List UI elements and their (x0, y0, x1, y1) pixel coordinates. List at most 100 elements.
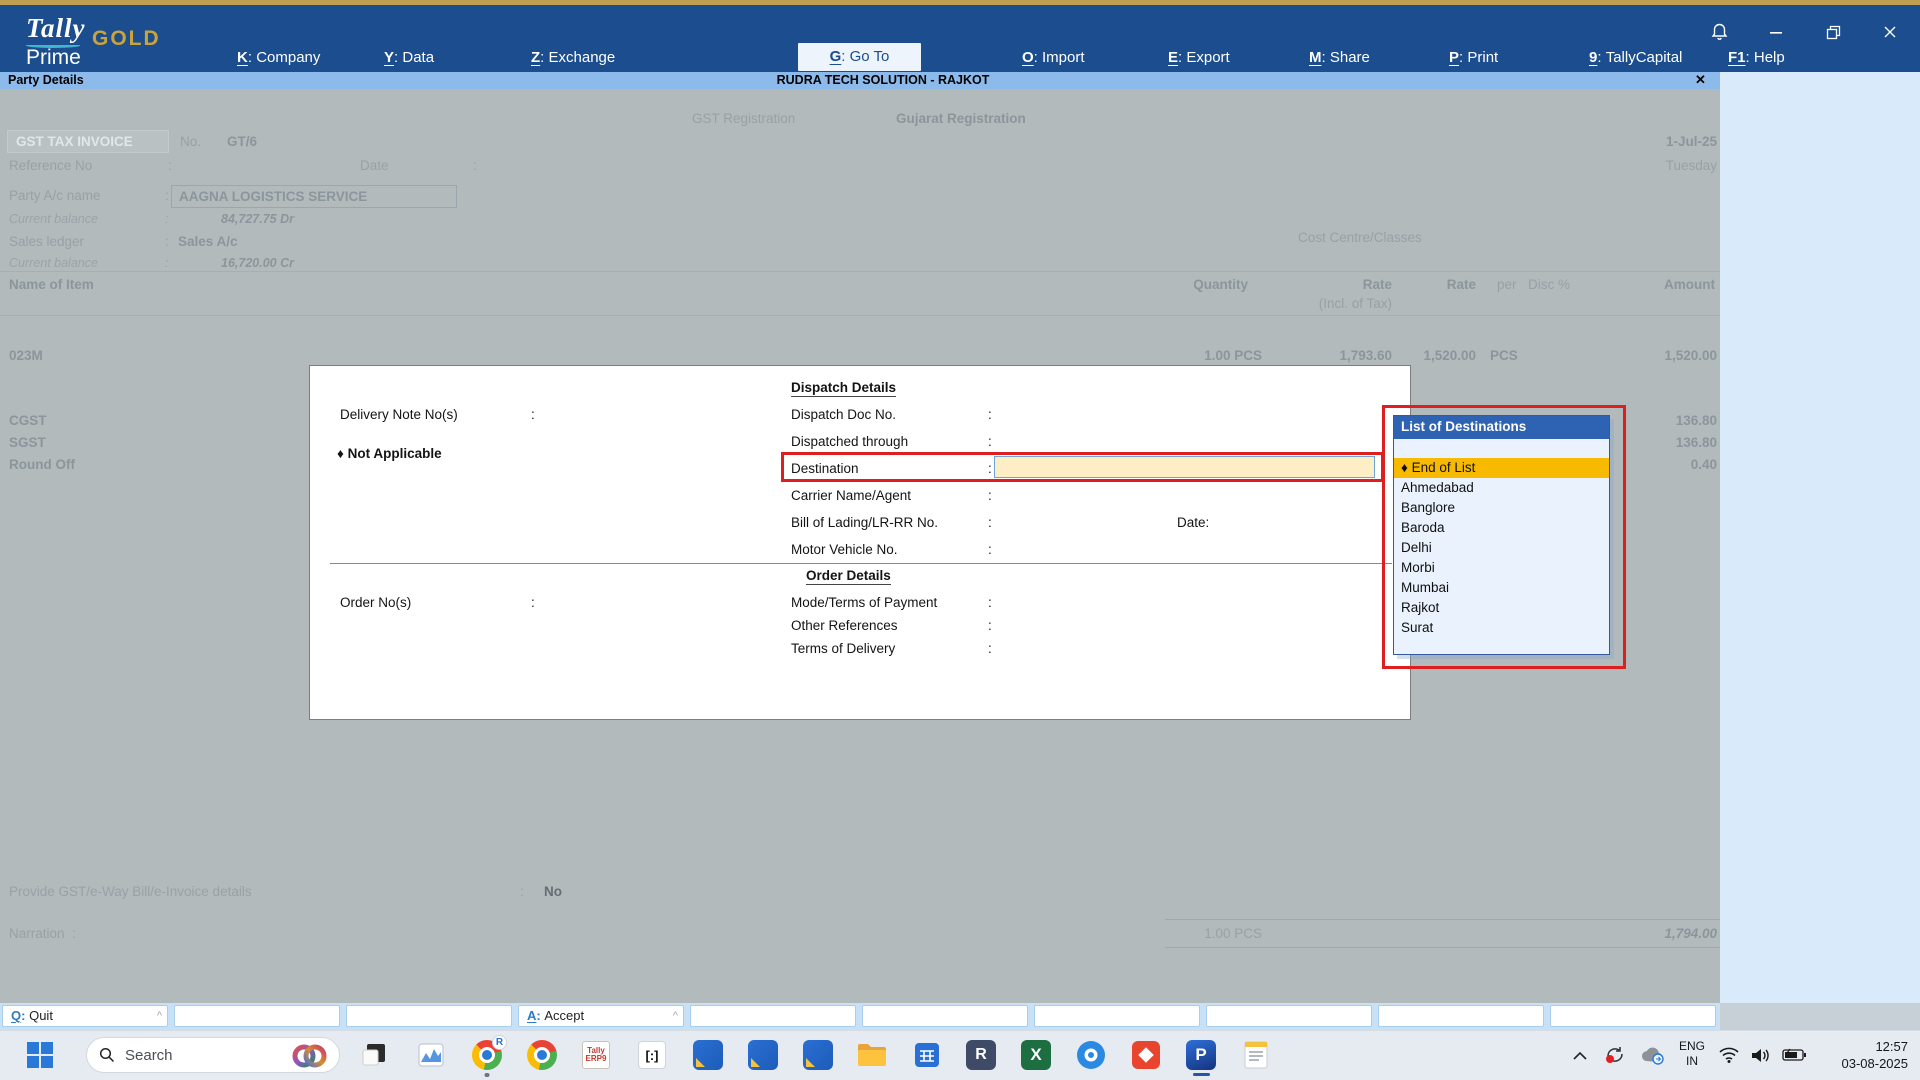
party-name-label: Party A/c name (9, 188, 101, 203)
dispatched-through-label[interactable]: Dispatched through (791, 434, 908, 449)
bracket-app-icon[interactable]: [:] (636, 1039, 668, 1071)
col-amount: Amount (1515, 277, 1715, 292)
sync-recording-icon[interactable] (1602, 1039, 1628, 1071)
close-screen-icon[interactable]: ✕ (1695, 72, 1706, 88)
chrome-profile-icon[interactable]: R (471, 1039, 503, 1071)
menu-import[interactable]: O: Import (1022, 49, 1085, 66)
item-per: PCS (1490, 348, 1518, 363)
item-rate: 1,520.00 (1276, 348, 1476, 363)
destination-option-end-of-list[interactable]: ♦ End of List (1394, 458, 1609, 478)
wifi-icon[interactable] (1716, 1039, 1742, 1071)
delivery-note-label[interactable]: Delivery Note No(s) (340, 407, 458, 422)
blue-circle-app-icon[interactable] (1075, 1039, 1107, 1071)
party-name-value: AAGNA LOGISTICS SERVICE (171, 185, 457, 208)
command-button-empty (1550, 1005, 1716, 1027)
motor-vehicle-label[interactable]: Motor Vehicle No. (791, 542, 898, 557)
minimize-icon[interactable] (1763, 19, 1789, 45)
windows-logo-icon (27, 1042, 53, 1068)
command-button-empty (690, 1005, 856, 1027)
app-bar: Tally Prime GOLD K: Company Y: Data Z: E… (0, 5, 1920, 72)
search-box[interactable]: Search (86, 1037, 340, 1073)
command-button-empty (862, 1005, 1028, 1027)
notepad-icon[interactable] (1240, 1039, 1272, 1071)
menu-tallycapital[interactable]: 9: TallyCapital (1589, 49, 1682, 66)
destinations-popup-title: List of Destinations (1394, 416, 1609, 439)
menu-export[interactable]: E: Export (1168, 49, 1230, 66)
menu-help[interactable]: F1: Help (1728, 49, 1785, 66)
onedrive-cloud-icon[interactable] (1638, 1039, 1666, 1071)
tally-erp9-icon[interactable]: Tally ERP9 (580, 1039, 612, 1071)
command-button-empty (1034, 1005, 1200, 1027)
destination-option[interactable]: Rajkot (1394, 598, 1609, 618)
sales-balance-label: Current balance (9, 256, 98, 270)
order-details-title: Order Details (806, 568, 891, 585)
carrier-label[interactable]: Carrier Name/Agent (791, 488, 911, 503)
search-icon (99, 1047, 115, 1063)
accept-button[interactable]: A: Accept ^ (518, 1005, 684, 1027)
blue-app-icon-1[interactable] (692, 1039, 724, 1071)
volume-icon[interactable] (1747, 1039, 1773, 1071)
grid-app-icon[interactable] (911, 1039, 943, 1071)
gst-registration-label: GST Registration (692, 111, 795, 126)
total-amount: 1,794.00 (1517, 926, 1717, 941)
destination-option[interactable]: Surat (1394, 618, 1609, 638)
payment-mode-label[interactable]: Mode/Terms of Payment (791, 595, 937, 610)
destination-option[interactable]: Delhi (1394, 538, 1609, 558)
file-explorer-icon[interactable] (856, 1039, 888, 1071)
bill-of-lading-label[interactable]: Bill of Lading/LR-RR No. (791, 515, 938, 530)
sales-ledger-value: Sales A/c (178, 234, 238, 249)
tallyprime-active-icon[interactable]: P (1185, 1039, 1217, 1071)
menu-print[interactable]: P: Print (1449, 49, 1498, 66)
voucher-day: Tuesday (1517, 158, 1717, 173)
chrome-profile-badge: R (492, 1035, 507, 1050)
search-placeholder: Search (125, 1047, 173, 1064)
command-button-empty (346, 1005, 512, 1027)
item-name: 023M (9, 348, 43, 363)
order-no-label[interactable]: Order No(s) (340, 595, 411, 610)
language-indicator[interactable]: ENG IN (1674, 1039, 1710, 1069)
provide-gst-value: No (544, 884, 562, 899)
battery-icon[interactable] (1779, 1039, 1809, 1071)
blue-app-icon-3[interactable] (802, 1039, 834, 1071)
expand-chevron-icon[interactable]: ^ (157, 1006, 162, 1026)
expand-chevron-icon[interactable]: ^ (673, 1006, 678, 1026)
tally-logo: Tally (26, 13, 86, 44)
menu-share[interactable]: M: Share (1309, 49, 1370, 66)
notification-bell-icon[interactable] (1706, 19, 1732, 45)
red-diamond-app-icon[interactable] (1130, 1039, 1162, 1071)
tray-expand-chevron-icon[interactable] (1568, 1039, 1592, 1071)
excel-icon[interactable]: X (1020, 1039, 1052, 1071)
performance-monitor-icon[interactable] (415, 1039, 447, 1071)
start-button[interactable] (24, 1039, 56, 1071)
quit-button[interactable]: Q: Quit ^ (2, 1005, 168, 1027)
chrome-icon[interactable] (526, 1039, 558, 1071)
blue-app-icon-2[interactable] (747, 1039, 779, 1071)
command-bar-right-fill (1720, 1003, 1920, 1030)
clock[interactable]: 12:57 03-08-2025 (1822, 1038, 1908, 1072)
restore-icon[interactable] (1820, 19, 1846, 45)
destination-option[interactable]: Ahmedabad (1394, 478, 1609, 498)
destinations-popup: List of Destinations ♦ End of List Ahmed… (1393, 415, 1610, 655)
destination-input[interactable] (994, 456, 1375, 478)
destination-option[interactable]: Banglore (1394, 498, 1609, 518)
menu-data[interactable]: Y: Data (384, 49, 434, 66)
clock-date: 03-08-2025 (1822, 1055, 1908, 1072)
destination-option[interactable]: Baroda (1394, 518, 1609, 538)
active-app-indicator (1193, 1073, 1210, 1076)
r-app-icon[interactable]: R (965, 1039, 997, 1071)
dispatch-details-dialog: Dispatch Details Delivery Note No(s) : ♦… (309, 365, 1411, 720)
destination-option[interactable]: Morbi (1394, 558, 1609, 578)
menu-company[interactable]: K: Company (237, 49, 320, 66)
bol-date-label[interactable]: Date: (1177, 515, 1209, 530)
voucher-type-badge: GST TAX INVOICE (7, 130, 169, 153)
state-registration-label: Gujarat Registration (896, 111, 1026, 126)
destination-option[interactable]: Mumbai (1394, 578, 1609, 598)
command-button-empty (1206, 1005, 1372, 1027)
dispatch-doc-no-label[interactable]: Dispatch Doc No. (791, 407, 896, 422)
menu-exchange[interactable]: Z: Exchange (531, 49, 615, 66)
close-window-icon[interactable] (1877, 19, 1903, 45)
task-view-icon[interactable] (358, 1039, 390, 1071)
terms-of-delivery-label[interactable]: Terms of Delivery (791, 641, 895, 656)
other-references-label[interactable]: Other References (791, 618, 898, 633)
menu-go-to[interactable]: G: Go To (798, 43, 921, 71)
